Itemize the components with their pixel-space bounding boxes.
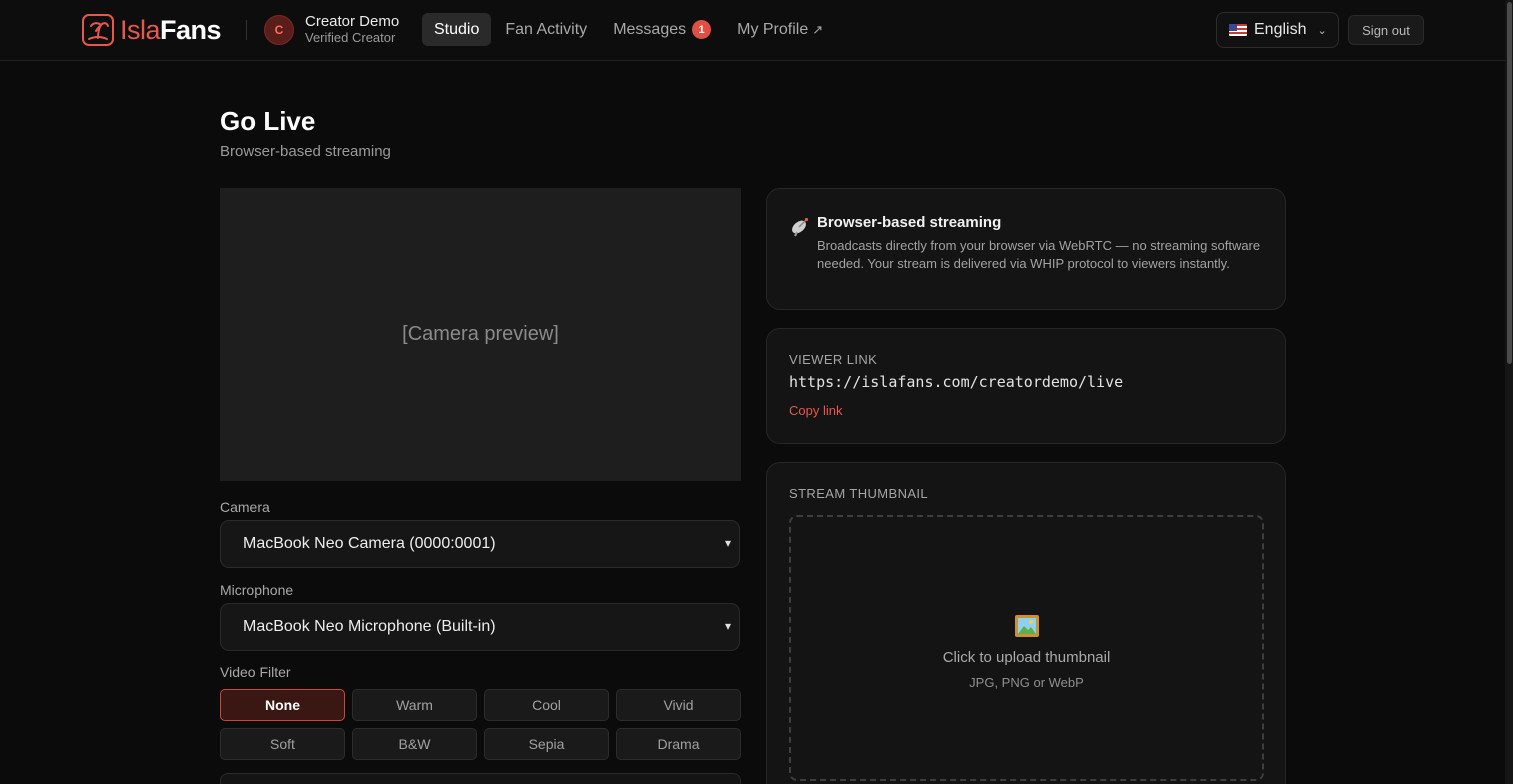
camera-preview: [Camera preview] xyxy=(220,188,741,481)
streaming-info-text: Broadcasts directly from your browser vi… xyxy=(817,238,1261,271)
external-link-icon: ↗ xyxy=(812,21,824,37)
filter-cool-button[interactable]: Cool xyxy=(484,689,609,721)
filter-warm-button[interactable]: Warm xyxy=(352,689,477,721)
filter-soft-button[interactable]: Soft xyxy=(220,728,345,760)
stream-thumbnail-card: Stream Thumbnail Click to upload thumbna… xyxy=(766,462,1286,784)
microphone-select[interactable]: MacBook Neo Microphone (Built-in) ▾ xyxy=(220,603,740,651)
nav-studio[interactable]: Studio xyxy=(422,13,492,46)
filter-bw-button[interactable]: B&W xyxy=(352,728,477,760)
nav-messages-label: Messages xyxy=(613,20,687,38)
filter-vivid-button[interactable]: Vivid xyxy=(616,689,741,721)
viewer-link-label: Viewer Link xyxy=(789,352,878,367)
satellite-dish-icon xyxy=(789,213,813,242)
nav-my-profile[interactable]: My Profile ↗ xyxy=(725,13,835,46)
streaming-info-card: Browser-based streaming Broadcasts direc… xyxy=(766,188,1286,310)
nav-messages[interactable]: Messages 1 xyxy=(601,13,723,46)
video-filter-group: None Warm Cool Vivid Soft B&W Sepia Dram… xyxy=(220,689,741,760)
microphone-label: Microphone xyxy=(220,582,294,598)
filter-none-button[interactable]: None xyxy=(220,689,345,721)
nav-studio-label: Studio xyxy=(434,20,480,38)
user-role: Verified Creator xyxy=(305,30,396,45)
camera-label: Camera xyxy=(220,499,270,515)
palm-island-icon xyxy=(82,14,114,46)
user-identity: C Creator Demo Verified Creator xyxy=(264,14,399,45)
page-title: Go Live xyxy=(220,106,316,136)
main-nav: Studio Fan Activity Messages 1 My Profile… xyxy=(422,13,835,46)
language-label: English xyxy=(1254,21,1307,38)
top-navbar: IslaFans C Creator Demo Verified Creator… xyxy=(0,0,1505,61)
thumbnail-upload-cta: Click to upload thumbnail xyxy=(942,648,1111,666)
thumbnail-upload-dropzone[interactable]: Click to upload thumbnail JPG, PNG or We… xyxy=(789,515,1264,781)
avatar: C xyxy=(264,14,294,45)
thumbnail-upload-hint: JPG, PNG or WebP xyxy=(969,674,1084,690)
nav-my-profile-label: My Profile xyxy=(737,20,809,38)
chevron-down-icon: ▾ xyxy=(724,536,731,550)
viewer-link-card: Viewer Link https://islafans.com/creator… xyxy=(766,328,1286,444)
filter-sepia-button[interactable]: Sepia xyxy=(484,728,609,760)
video-filter-label: Video Filter xyxy=(220,664,291,680)
logo[interactable]: IslaFans xyxy=(82,14,222,46)
copy-link-button[interactable]: Copy link xyxy=(789,403,842,418)
camera-preview-placeholder: [Camera preview] xyxy=(402,323,559,345)
nav-fan-activity-label: Fan Activity xyxy=(505,20,588,38)
chevron-down-icon: ▾ xyxy=(724,619,731,633)
header-divider xyxy=(246,20,247,40)
next-control-partial xyxy=(220,773,741,784)
chevron-down-icon: ⌄ xyxy=(1317,24,1327,37)
microphone-select-value: MacBook Neo Microphone (Built-in) xyxy=(243,618,496,635)
framed-picture-icon xyxy=(1014,613,1040,639)
user-name: Creator Demo xyxy=(305,13,400,30)
stream-thumbnail-label: Stream Thumbnail xyxy=(789,486,929,501)
sign-out-button[interactable]: Sign out xyxy=(1348,15,1424,45)
scrollbar-thumb[interactable] xyxy=(1507,2,1512,364)
nav-fan-activity[interactable]: Fan Activity xyxy=(493,13,599,46)
brand-name: IslaFans xyxy=(120,14,222,45)
messages-count-badge: 1 xyxy=(692,20,712,39)
us-flag-icon xyxy=(1229,24,1247,36)
streaming-info-title: Browser-based streaming xyxy=(817,214,1002,231)
language-select[interactable]: English ⌄ xyxy=(1216,12,1339,48)
page-subtitle: Browser-based streaming xyxy=(220,143,391,160)
camera-select[interactable]: MacBook Neo Camera (0000:0001) ▾ xyxy=(220,520,740,568)
viewer-link-url: https://islafans.com/creatordemo/live xyxy=(789,373,1124,391)
filter-drama-button[interactable]: Drama xyxy=(616,728,741,760)
camera-select-value: MacBook Neo Camera (0000:0001) xyxy=(243,535,496,552)
